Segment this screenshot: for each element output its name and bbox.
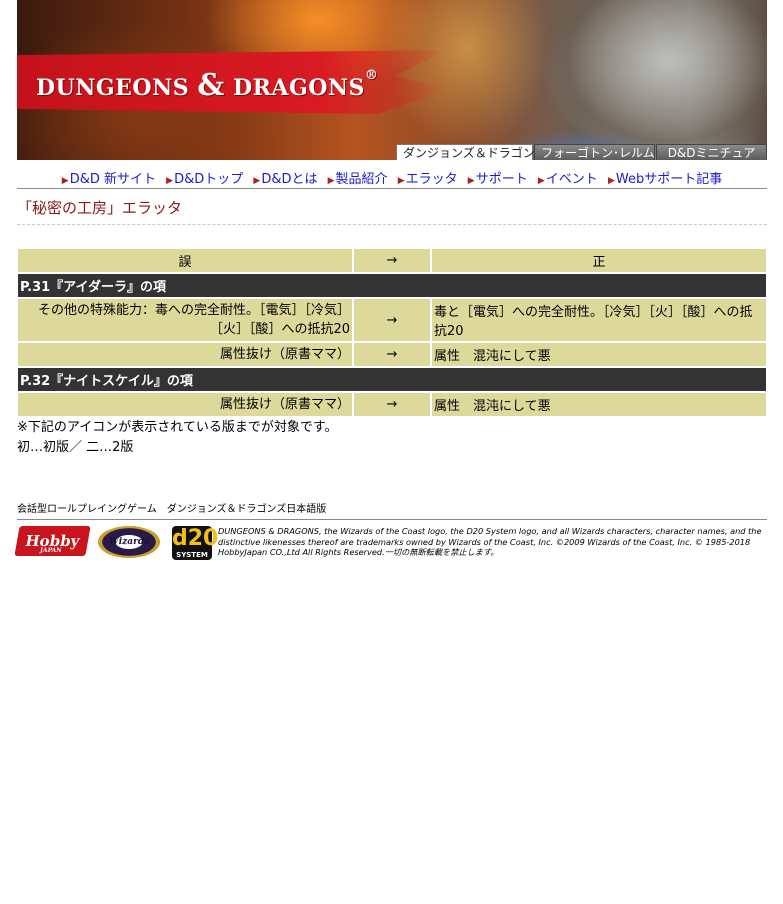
cell-right: 属性 混沌にして悪 (432, 343, 766, 366)
nav-arrow-icon: ▶ (253, 176, 261, 186)
nav-errata[interactable]: ▶エラッタ (398, 172, 458, 187)
nav-about-dnd[interactable]: ▶D&Dとは (253, 172, 317, 187)
nav-label: D&Dトップ (174, 172, 244, 187)
header-arrow: → (354, 249, 430, 272)
edition-legend: 初…初版／ 二…2版 (17, 440, 134, 455)
tab-forgotten-realms[interactable]: フォーゴトン･レルム (534, 144, 655, 160)
header-right: 正 (432, 249, 766, 272)
logo-ampersand: & (197, 68, 225, 103)
nav-label: エラッタ (405, 172, 458, 187)
nav-web-support[interactable]: ▶Webサポート記事 (608, 172, 722, 187)
header-banner: DUNGEONS & DRAGONS® ダンジョンズ＆ドラゴンズ フォーゴトン･… (17, 0, 767, 160)
section-title: P.31『アイダーラ』の項 (18, 274, 766, 297)
nav-arrow-icon: ▶ (467, 176, 475, 186)
table-row: 属性抜け（原書ママ） → 属性 混沌にして悪 (18, 343, 766, 366)
page-container: DUNGEONS & DRAGONS® ダンジョンズ＆ドラゴンズ フォーゴトン･… (14, 0, 768, 560)
header-wrong: 誤 (18, 249, 352, 272)
d20-system-logo[interactable]: d20 SYSTEM (172, 526, 218, 560)
nav-arrow-icon: ▶ (61, 176, 69, 186)
logo-registered-mark: ® (364, 68, 379, 83)
dnd-logo[interactable]: DUNGEONS & DRAGONS® (36, 68, 378, 103)
section-row: P.32『ナイトスケイル』の項 (18, 368, 766, 391)
wizards-of-the-coast-logo[interactable]: Wizards (98, 526, 160, 558)
cell-right: 毒と［電気］への完全耐性。［冷気］［火］［酸］への抵抗20 (432, 299, 766, 341)
nav-new-site[interactable]: ▶D&D 新サイト (62, 172, 156, 187)
logo-word-dragons: DRAGONS (233, 75, 365, 101)
nav-dnd-top[interactable]: ▶D&Dトップ (166, 172, 243, 187)
tab-dnd[interactable]: ダンジョンズ＆ドラゴンズ (396, 144, 547, 160)
table-row: 属性抜け（原書ママ） → 属性 混沌にして悪 (18, 393, 766, 416)
cell-arrow: → (354, 343, 430, 366)
nav-arrow-icon: ▶ (537, 176, 545, 186)
footer-caption: 会話型ロールプレイングゲーム ダンジョンズ＆ドラゴンズ日本語版 (17, 500, 767, 520)
nav-label: 製品紹介 (335, 172, 388, 187)
nav-label: D&D 新サイト (69, 172, 157, 187)
site-tabs: ダンジョンズ＆ドラゴンズ フォーゴトン･レルム D&Dミニチュア (396, 144, 767, 160)
wizards-logo-text: Wizards (108, 537, 150, 547)
table-row: その他の特殊能力：毒への完全耐性。［電気］［冷気］［火］［酸］への抵抗20 → … (18, 299, 766, 341)
cell-arrow: → (354, 299, 430, 341)
page-title: 「秘密の工房」エラッタ (17, 197, 767, 225)
section-row: P.31『アイダーラ』の項 (18, 274, 766, 297)
d20-logo-sub: SYSTEM (176, 551, 208, 559)
main-nav: ▶D&D 新サイト ▶D&Dトップ ▶D&Dとは ▶製品紹介 ▶エラッタ ▶サポ… (17, 168, 767, 189)
footer: Hobby JAPAN Wizards d20 SYSTEM DUNGEONS … (14, 526, 767, 560)
cell-wrong: 属性抜け（原書ママ） (18, 343, 352, 366)
nav-label: D&Dとは (261, 172, 318, 187)
edition-note: ※下記のアイコンが表示されている版までが対象です。 (17, 420, 338, 435)
nav-arrow-icon: ▶ (397, 176, 405, 186)
cell-arrow: → (354, 393, 430, 416)
legal-notice: DUNGEONS & DRAGONS, the Wizards of the C… (218, 526, 762, 557)
nav-products[interactable]: ▶製品紹介 (328, 172, 388, 187)
tab-dnd-miniatures[interactable]: D&Dミニチュア (656, 144, 767, 160)
hobby-japan-logo[interactable]: Hobby JAPAN (14, 526, 91, 556)
errata-table: 誤 → 正 P.31『アイダーラ』の項 その他の特殊能力：毒への完全耐性。［電気… (16, 247, 768, 418)
table-header-row: 誤 → 正 (18, 249, 766, 272)
d20-logo-text: d20 (172, 526, 219, 551)
nav-events[interactable]: ▶イベント (538, 172, 598, 187)
nav-label: Webサポート記事 (615, 172, 723, 187)
nav-support[interactable]: ▶サポート (468, 172, 528, 187)
nav-arrow-icon: ▶ (607, 176, 615, 186)
nav-label: サポート (475, 172, 528, 187)
cell-right: 属性 混沌にして悪 (432, 393, 766, 416)
nav-label: イベント (545, 172, 598, 187)
section-title: P.32『ナイトスケイル』の項 (18, 368, 766, 391)
nav-arrow-icon: ▶ (327, 176, 335, 186)
cell-wrong: 属性抜け（原書ママ） (18, 393, 352, 416)
logo-word-dungeons: DUNGEONS (36, 75, 190, 101)
nav-arrow-icon: ▶ (166, 176, 174, 186)
cell-wrong: その他の特殊能力：毒への完全耐性。［電気］［冷気］［火］［酸］への抵抗20 (18, 299, 352, 341)
